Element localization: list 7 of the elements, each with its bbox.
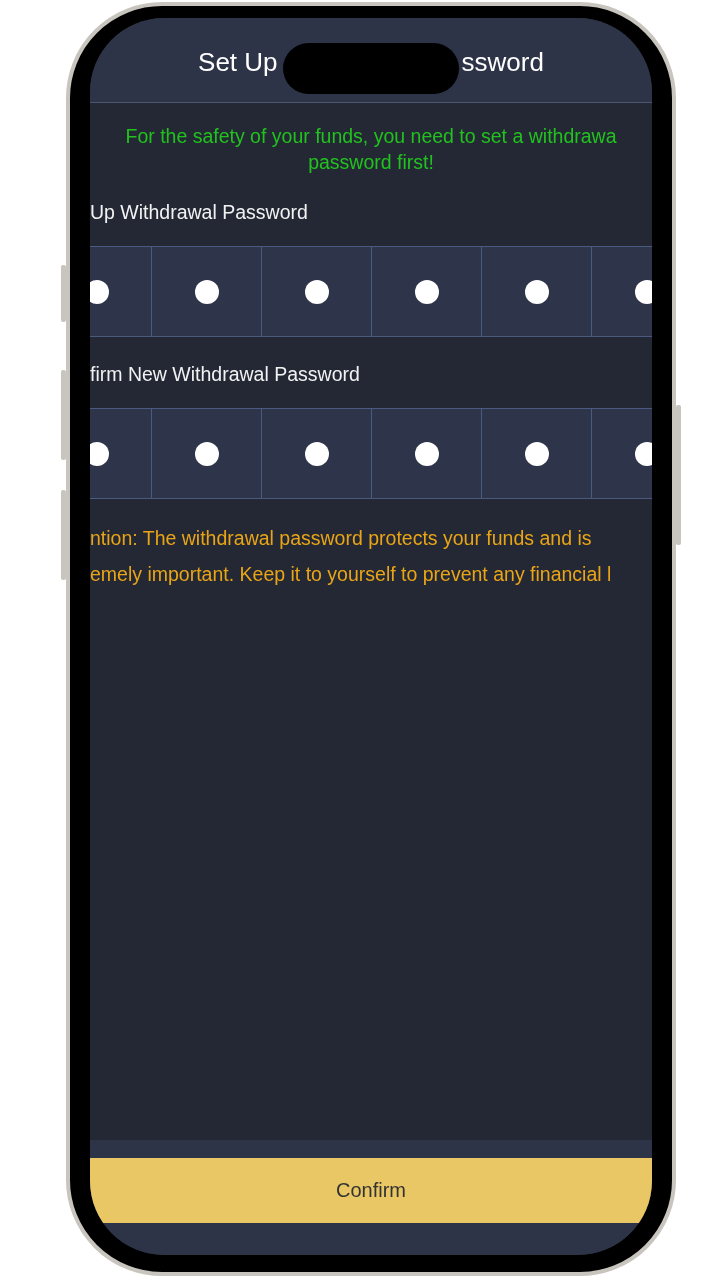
confirm-button[interactable]: Confirm	[90, 1158, 652, 1223]
warning-text: ntion: The withdrawal password protects your funds and is emely important. Keep it to yourself to prevent any financial l	[90, 526, 613, 587]
field-label: Up Withdrawal Password	[90, 200, 309, 225]
screen-title: Set Up	[198, 47, 278, 77]
field-label: firm New Withdrawal Password	[90, 362, 361, 387]
screen-title: ssword	[461, 47, 544, 77]
notice-text: For the safety of your funds, you need to set a withdrawa password first!	[124, 124, 618, 175]
